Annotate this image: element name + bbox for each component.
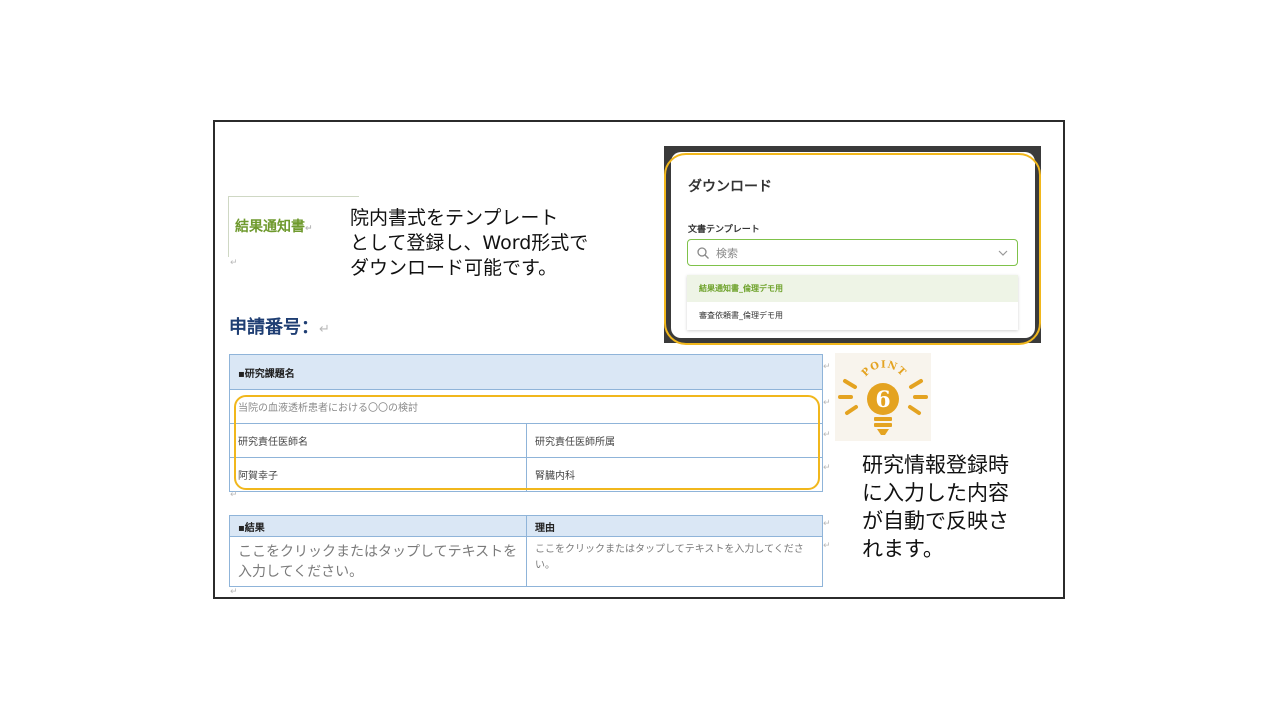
- result-input[interactable]: ここをクリックまたはタップしてテキストを入力してください。: [230, 537, 526, 586]
- paragraph-mark: ↵: [230, 587, 238, 597]
- result-table: ▪結果 理由 ここをクリックまたはタップしてテキストを入力してください。 ここを…: [229, 515, 823, 587]
- table-row: ここをクリックまたはタップしてテキストを入力してください。 ここをクリックまたは…: [230, 536, 822, 586]
- paragraph-mark: ↵: [230, 258, 238, 268]
- research-title-header: ▪研究課題名: [238, 368, 295, 380]
- row-end-mark: ↵: [823, 398, 831, 408]
- svg-text:POINT: POINT: [860, 360, 908, 379]
- feature-description: 院内書式をテンプレート として登録し、Word形式で ダウンロード可能です。: [350, 207, 589, 279]
- point-badge: POINT 6: [835, 353, 931, 441]
- table-row: ▪結果 理由: [230, 516, 822, 536]
- table-row: ▪研究課題名: [230, 355, 822, 389]
- point-label: POINT: [860, 360, 907, 379]
- auto-fill-highlight: [234, 395, 820, 490]
- row-end-mark: ↵: [823, 541, 831, 551]
- row-end-mark: ↵: [823, 362, 831, 372]
- lightbulb-icon: POINT 6: [838, 360, 928, 435]
- reason-header: 理由: [526, 516, 822, 536]
- paragraph-mark: ↵: [230, 490, 238, 500]
- notice-title: 結果通知書↵: [235, 219, 313, 235]
- reason-input[interactable]: ここをクリックまたはタップしてテキストを入力してください。: [526, 537, 822, 586]
- row-end-mark: ↵: [823, 519, 831, 529]
- result-header: ▪結果: [238, 522, 265, 534]
- row-end-mark: ↵: [823, 463, 831, 473]
- point-number: 6: [875, 387, 890, 413]
- application-number-label: 申請番号：↵: [229, 317, 330, 338]
- download-highlight: [664, 153, 1041, 345]
- row-end-mark: ↵: [823, 430, 831, 440]
- auto-fill-callout: 研究情報登録時 に入力した内容 が自動で反映さ れます。: [862, 453, 1009, 561]
